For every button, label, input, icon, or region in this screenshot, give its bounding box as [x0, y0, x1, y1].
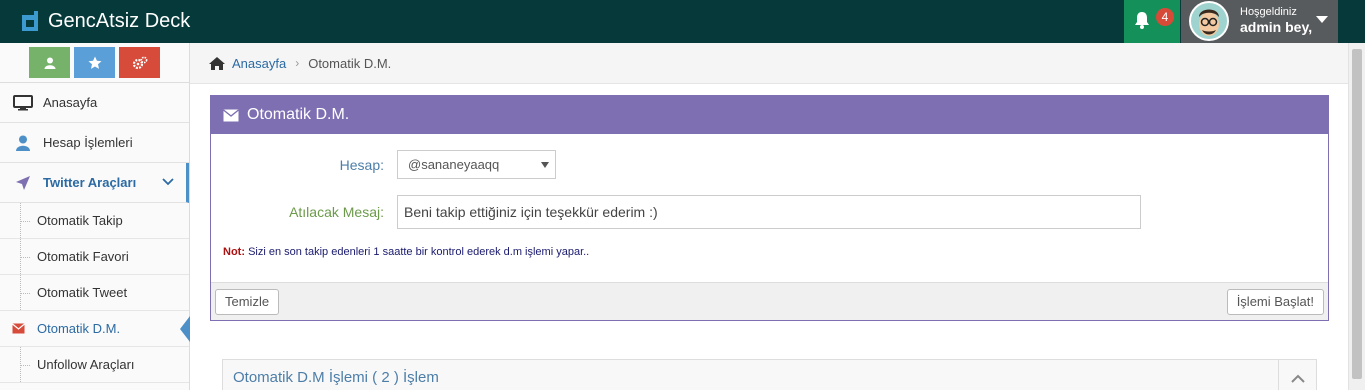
envelope-icon — [223, 108, 239, 121]
favorites-shortcut-button[interactable] — [74, 47, 115, 78]
chevron-up-icon — [1290, 374, 1305, 383]
profile-shortcut-button[interactable] — [29, 47, 70, 78]
user-icon — [44, 57, 55, 69]
account-select-value: @sananeyaaqq — [408, 157, 500, 172]
user-name: admin bey, — [1240, 19, 1313, 35]
cogs-icon — [132, 56, 147, 69]
desktop-icon — [13, 94, 33, 110]
sidebar-subitem-otomatik-dm[interactable]: Otomatik D.M. — [0, 311, 190, 347]
sidebar-subitem-label: Unfollow Araçları — [37, 357, 135, 372]
user-greeting: Hoşgeldiniz — [1240, 6, 1297, 18]
sidebar-item-label: Hesap İşlemleri — [43, 135, 133, 150]
sidebar-subitem-label: Otomatik Takip — [37, 213, 123, 228]
auto-dm-panel: Otomatik D.M. Hesap: @sananeyaaqq Atılac… — [210, 95, 1329, 321]
breadcrumb: Anasayfa › Otomatik D.M. — [190, 43, 1348, 84]
collapse-button[interactable] — [1278, 360, 1316, 390]
user-icon — [16, 135, 30, 151]
notifications-button[interactable]: 4 — [1124, 0, 1180, 43]
sidebar: Anasayfa Hesap İşlemleri Twitter Araçlar… — [0, 43, 190, 390]
home-icon[interactable] — [208, 56, 226, 71]
message-input[interactable]: Beni takip ettiğiniz için teşekkür ederi… — [397, 195, 1141, 229]
notification-count-badge: 4 — [1156, 8, 1174, 26]
sidebar-subitem-otomatik-tweet[interactable]: Otomatik Tweet — [0, 275, 189, 311]
chevron-down-icon[interactable] — [162, 177, 174, 187]
note-key: Not: — [223, 246, 245, 258]
active-indicator-arrow — [180, 316, 190, 342]
user-menu[interactable]: Hoşgeldiniz admin bey, — [1181, 0, 1338, 43]
info-note: Not: Sizi en son takip edenleri 1 saatte… — [223, 246, 589, 258]
avatar — [1189, 1, 1229, 41]
brand-title: GencAtsiz Deck — [48, 10, 191, 32]
sidebar-item-hesap-islemleri[interactable]: Hesap İşlemleri — [0, 123, 189, 163]
envelope-icon — [12, 323, 25, 334]
brand-logo[interactable]: GencAtsiz Deck — [20, 9, 190, 34]
sidebar-subitem-label: Otomatik Favori — [37, 249, 129, 264]
clear-button[interactable]: Temizle — [215, 289, 280, 315]
sidebar-item-label: Anasayfa — [43, 95, 98, 110]
caret-down-icon — [541, 162, 549, 168]
main-content: Anasayfa › Otomatik D.M. Otomatik D.M. H… — [190, 43, 1348, 390]
note-text: Sizi en son takip edenleri 1 saatte bir … — [248, 246, 590, 258]
breadcrumb-home-link[interactable]: Anasayfa — [232, 56, 286, 71]
vertical-scrollbar[interactable] — [1348, 43, 1365, 390]
panel-title: Otomatik D.M. — [247, 106, 350, 123]
breadcrumb-current: Otomatik D.M. — [308, 55, 392, 71]
caret-down-icon[interactable] — [1316, 16, 1328, 23]
sidebar-subitem-label: Otomatik D.M. — [37, 321, 121, 336]
account-label: Hesap: — [339, 157, 384, 173]
avatar-face-icon — [1191, 3, 1227, 39]
sidebar-item-label: Twitter Araçları — [43, 175, 137, 190]
account-select[interactable]: @sananeyaaqq — [397, 150, 556, 179]
sidebar-subitem-otomatik-favori[interactable]: Otomatik Favori — [0, 239, 189, 275]
message-label: Atılacak Mesaj: — [289, 204, 384, 220]
auto-dm-process-section: Otomatik D.M İşlemi ( 2 ) İşlem — [222, 359, 1317, 390]
scrollbar-thumb[interactable] — [1352, 49, 1362, 379]
section-title: Otomatik D.M İşlemi ( 2 ) İşlem — [233, 369, 439, 386]
star-icon — [88, 56, 101, 69]
sidebar-item-twitter-araclari[interactable]: Twitter Araçları — [0, 163, 189, 203]
breadcrumb-separator-icon: › — [295, 56, 300, 70]
panel-footer: Temizle İşlemi Başlat! — [211, 282, 1328, 320]
sidebar-shortcuts — [0, 43, 189, 83]
top-navbar: GencAtsiz Deck 4 Hoşgeldiniz admin bey, — [0, 0, 1365, 43]
sidebar-item-anasayfa[interactable]: Anasayfa — [0, 83, 189, 123]
logo-icon — [22, 10, 38, 31]
sidebar-subitem-otomatik-takip[interactable]: Otomatik Takip — [0, 203, 189, 239]
sidebar-subitem-label: Otomatik Tweet — [37, 285, 128, 300]
sidebar-subitem-unfollow-araclari[interactable]: Unfollow Araçları — [0, 347, 189, 383]
start-process-button[interactable]: İşlemi Başlat! — [1226, 289, 1324, 315]
bell-icon — [1135, 12, 1149, 29]
settings-shortcut-button[interactable] — [119, 47, 160, 78]
panel-header: Otomatik D.M. — [211, 96, 1328, 134]
paper-plane-icon — [16, 175, 30, 190]
